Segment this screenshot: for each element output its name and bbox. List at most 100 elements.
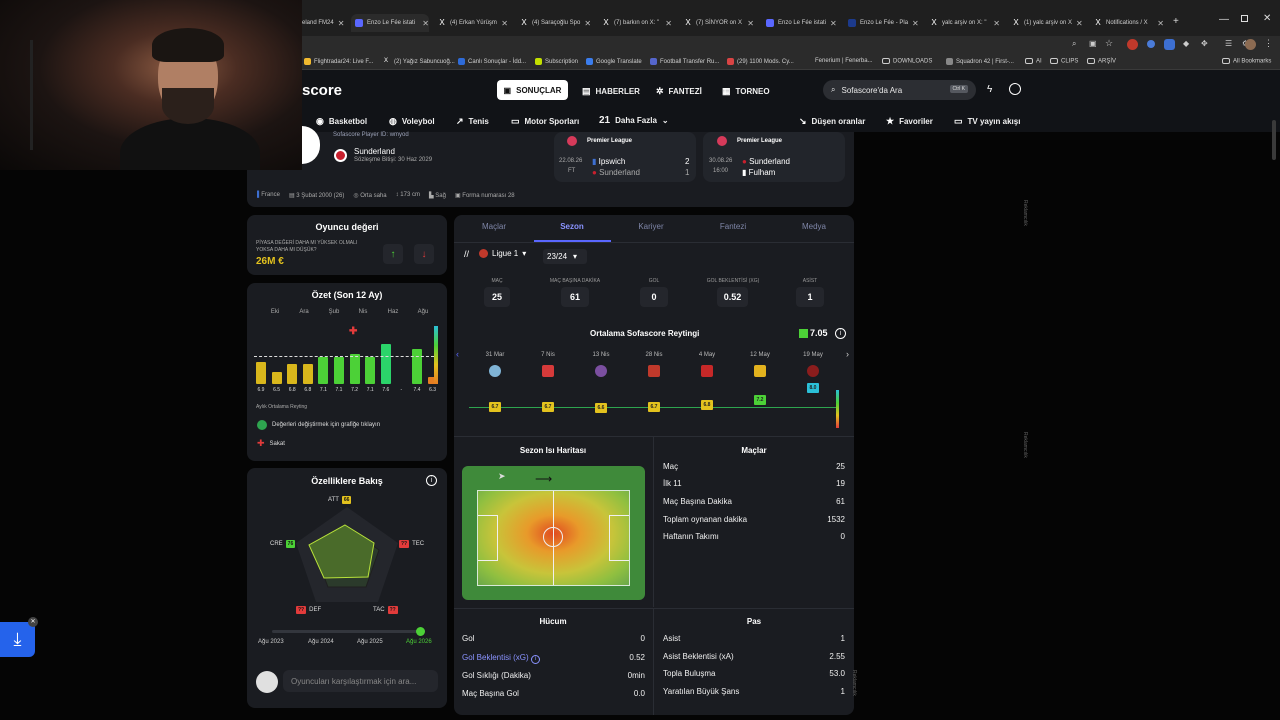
bookmark[interactable]: Canlı Sonuçlar - İdd... (458, 58, 526, 65)
timeline-handle[interactable] (416, 627, 425, 636)
close-tab-icon[interactable]: ✕ (747, 19, 754, 28)
browser-tab[interactable]: X Notifications / X ✕ (1092, 14, 1164, 32)
close-tab-icon[interactable]: ✕ (993, 19, 1000, 28)
puzzle-icon[interactable]: ✥ (1201, 39, 1208, 48)
subnav-volleyball[interactable]: ◍ Voleybol (389, 116, 435, 127)
browser-tab[interactable]: X (1) yalc arşiv on X ✕ (1010, 14, 1082, 32)
subnav-favorites[interactable]: ★ Favoriler (886, 116, 933, 127)
league-select[interactable]: Ligue 1 ▾ (479, 249, 526, 258)
subnav-more[interactable]: 21 Daha Fazla ⌄ (599, 115, 669, 126)
opponent-crest-icon[interactable] (701, 365, 713, 377)
user-account-icon[interactable] (1009, 83, 1021, 95)
bookmark-folder[interactable]: ARŞİV (1087, 58, 1116, 65)
rating-bar[interactable] (380, 344, 391, 384)
bookmark[interactable]: Fenerium | Fenerba... (815, 58, 873, 64)
subnav-dropping-odds[interactable]: ↘ Düşen oranlar (799, 116, 865, 127)
bookmark[interactable]: (29) 1100 Mods. Cy... (727, 58, 794, 65)
attack-stat-label-xg[interactable]: Gol Beklentisi (xG) i (462, 653, 540, 664)
all-bookmarks[interactable]: All Bookmarks (1222, 58, 1271, 65)
close-tab-icon[interactable]: ✕ (422, 19, 429, 28)
sidebar-icon[interactable]: ☰ (1225, 39, 1232, 48)
nav-news[interactable]: ▤ HABERLER (582, 86, 640, 97)
close-window-icon[interactable]: ✕ (1263, 13, 1271, 24)
close-tab-icon[interactable]: ✕ (665, 19, 672, 28)
bookmark[interactable]: Football Transfer Ru... (650, 58, 719, 65)
opponent-crest-icon[interactable] (595, 365, 607, 377)
bookmark-star-icon[interactable]: ☆ (1105, 38, 1113, 49)
bookmark-folder[interactable]: AI (1025, 58, 1042, 65)
lightning-icon[interactable]: ϟ (987, 84, 992, 95)
new-tab-button[interactable]: + (1173, 16, 1179, 27)
rating-bar[interactable] (334, 356, 344, 384)
match-rating-badge[interactable]: 6.6 (595, 403, 607, 413)
extension-icon[interactable] (1127, 39, 1138, 50)
browser-tab[interactable]: eland FM24 ✕ (302, 14, 344, 32)
browser-tab[interactable]: X (7) barkın on X: " ✕ (600, 14, 672, 32)
bookmark[interactable]: X (2) Yağız Sabuncuoğ... (384, 58, 455, 65)
bookmark[interactable]: Flightradar24: Live F... (304, 58, 373, 65)
match-rating-badge[interactable]: 6.8 (701, 400, 713, 411)
close-tab-icon[interactable]: ✕ (338, 19, 344, 28)
prev-arrow-icon[interactable]: ‹ (456, 349, 459, 359)
menu-icon[interactable]: ⋮ (1264, 38, 1273, 49)
match-rating-badge[interactable]: 6.7 (489, 401, 501, 412)
opponent-crest-icon[interactable] (489, 365, 501, 377)
season-select[interactable]: 23/24 ▾ (543, 249, 587, 264)
minimize-icon[interactable]: — (1219, 14, 1229, 25)
site-logo[interactable]: score (302, 82, 342, 99)
opponent-crest-icon[interactable] (754, 365, 766, 377)
rating-bar[interactable] (271, 371, 282, 384)
subnav-tv[interactable]: ▭ TV yayın akışı (954, 116, 1020, 127)
close-tab-icon[interactable]: ✕ (1157, 19, 1164, 28)
tab-season[interactable]: Sezon (552, 222, 592, 231)
match-rating-badge[interactable]: 6.7 (648, 401, 660, 412)
value-down-button[interactable]: ↓ (414, 244, 434, 264)
nav-fantasy[interactable]: ✲ FANTEZİ (656, 86, 702, 97)
close-tab-icon[interactable]: ✕ (1076, 19, 1082, 28)
info-icon[interactable]: i (835, 328, 846, 339)
bookmark[interactable]: Subscription (535, 58, 578, 65)
scrollbar[interactable] (1272, 120, 1276, 160)
rating-bar[interactable] (412, 349, 422, 384)
search-input[interactable]: ⌕ Sofascore'da Ara Ctrl K (823, 80, 976, 100)
bookmark-folder[interactable]: CLIPS (1050, 58, 1078, 65)
bookmark[interactable]: Squadron 42 | First-... (946, 58, 1014, 65)
browser-tab[interactable]: Enzo Le Fée istati ✕ (764, 14, 836, 32)
screenshot-icon[interactable]: ▣ (1089, 39, 1097, 48)
opponent-crest-icon[interactable] (648, 365, 660, 377)
download-button[interactable]: ⤓ (0, 622, 35, 657)
rating-bar[interactable] (318, 356, 329, 384)
close-tab-icon[interactable]: ✕ (501, 19, 508, 28)
browser-tab[interactable]: Enzo Le Fée istati ✕ (351, 14, 429, 32)
subnav-tennis[interactable]: ↗ Tenis (456, 116, 489, 127)
extension-icon[interactable] (1147, 40, 1155, 48)
nav-tournament[interactable]: ▦ TORNEO (722, 86, 770, 97)
close-tab-icon[interactable]: ✕ (830, 19, 836, 28)
browser-tab[interactable]: Enzo Le Fée - Pla ✕ (846, 14, 918, 32)
rating-bar[interactable] (302, 364, 313, 384)
close-tab-icon[interactable]: ✕ (584, 19, 590, 28)
tab-fantasy[interactable]: Fantezi (713, 222, 753, 231)
subnav-basketball[interactable]: ◉ Basketbol (316, 116, 367, 127)
opponent-crest-icon[interactable] (542, 365, 554, 377)
timeline-track[interactable] (272, 630, 422, 633)
opponent-crest-icon[interactable] (807, 365, 819, 377)
close-tab-icon[interactable]: ✕ (912, 19, 918, 28)
info-icon[interactable]: i (530, 655, 540, 664)
rating-bar[interactable] (349, 354, 360, 384)
tab-media[interactable]: Medya (794, 222, 834, 231)
close-icon[interactable]: ✕ (28, 617, 38, 627)
profile-avatar[interactable] (1245, 39, 1256, 50)
subnav-motorsport[interactable]: ▭ Motor Sporları (511, 116, 579, 127)
value-up-button[interactable]: ↑ (383, 244, 403, 264)
browser-tab[interactable]: X (7) SİNYOR on X ✕ (682, 14, 754, 32)
compare-search-input[interactable]: Oyuncuları karşılaştırmak için ara... (283, 670, 438, 692)
rating-bar[interactable] (365, 356, 376, 384)
zoom-icon[interactable]: ⌕ (1072, 39, 1076, 49)
match-rating-badge[interactable]: 8.0 (807, 383, 819, 394)
match-rating-badge[interactable]: 7.2 (754, 394, 766, 405)
rating-bar[interactable] (287, 364, 298, 384)
match-rating-badge[interactable]: 6.7 (542, 401, 554, 412)
bookmark-folder[interactable]: DOWNLOADS (882, 58, 932, 65)
next-arrow-icon[interactable]: › (846, 349, 849, 359)
